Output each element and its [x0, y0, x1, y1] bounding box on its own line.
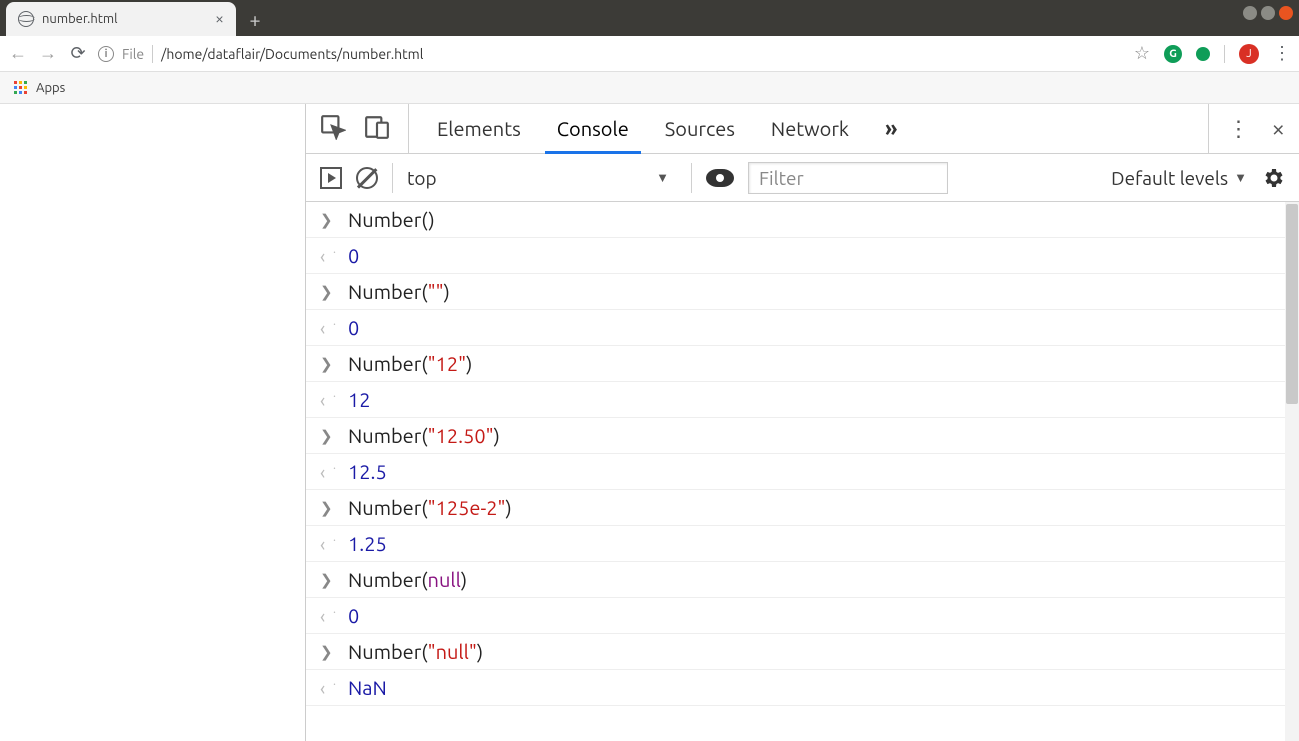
globe-icon — [18, 11, 34, 27]
console-input-row[interactable]: ❯ Number(null) — [306, 562, 1299, 598]
window-titlebar: number.html × + — [0, 0, 1299, 36]
window-controls — [1243, 6, 1293, 20]
chevron-down-icon: ▼ — [656, 170, 669, 185]
tab-console[interactable]: Console — [557, 104, 629, 153]
inspect-element-icon[interactable] — [320, 114, 346, 144]
console-output-row[interactable]: NaN — [306, 670, 1299, 706]
chevron-right-icon: ❯ — [320, 643, 334, 661]
code-text: Number("12.50") — [348, 424, 500, 447]
return-arrow-icon — [320, 677, 334, 699]
toggle-drawer-icon[interactable] — [320, 167, 342, 189]
return-arrow-icon — [320, 389, 334, 411]
return-arrow-icon — [320, 245, 334, 267]
window-maximize-button[interactable] — [1261, 6, 1275, 20]
return-arrow-icon — [320, 461, 334, 483]
close-icon[interactable]: × — [215, 10, 224, 28]
url-path: /home/dataflair/Documents/number.html — [161, 46, 423, 62]
back-button[interactable]: ← — [8, 43, 28, 64]
console-output-row[interactable]: 12 — [306, 382, 1299, 418]
console-output-row[interactable]: 0 — [306, 310, 1299, 346]
log-levels-selector[interactable]: Default levels ▼ — [1111, 167, 1247, 189]
url-scheme: File — [122, 46, 144, 62]
apps-label[interactable]: Apps — [36, 81, 65, 95]
code-text: Number("12") — [348, 352, 472, 375]
code-text: 0 — [348, 316, 359, 339]
chevron-right-icon: ❯ — [320, 283, 334, 301]
browser-tab[interactable]: number.html × — [6, 2, 236, 36]
new-tab-button[interactable]: + — [240, 4, 270, 34]
filter-placeholder: Filter — [759, 167, 804, 189]
chevron-right-icon: ❯ — [320, 427, 334, 445]
chevron-right-icon: ❯ — [320, 571, 334, 589]
console-input-row[interactable]: ❯ Number("12") — [306, 346, 1299, 382]
address-bar[interactable]: i File /home/dataflair/Documents/number.… — [98, 45, 1124, 63]
console-settings-icon[interactable] — [1261, 166, 1285, 190]
code-text: NaN — [348, 676, 387, 699]
code-text: 12.5 — [348, 460, 387, 483]
console-output-row[interactable]: 0 — [306, 238, 1299, 274]
live-expression-eye-icon[interactable] — [706, 169, 734, 187]
console-filter-input[interactable]: Filter — [748, 162, 948, 194]
code-text: 0 — [348, 604, 359, 627]
chevron-right-icon: ❯ — [320, 211, 334, 229]
url-toolbar: ← → ⟳ i File /home/dataflair/Documents/n… — [0, 36, 1299, 72]
forward-button[interactable]: → — [38, 43, 58, 64]
tab-sources[interactable]: Sources — [665, 104, 735, 153]
chevron-down-icon: ▼ — [1234, 170, 1247, 185]
console-input-row[interactable]: ❯ Number("125e-2") — [306, 490, 1299, 526]
console-output[interactable]: ❯ Number() 0 ❯ Number("") 0 ❯ Number("12") 12 ❯ Nu… — [306, 202, 1299, 741]
console-input-row[interactable]: ❯ Number() — [306, 202, 1299, 238]
tab-elements[interactable]: Elements — [437, 104, 521, 153]
code-text: Number(null) — [348, 568, 467, 591]
chevron-right-icon: ❯ — [320, 355, 334, 373]
scrollbar[interactable] — [1285, 202, 1299, 741]
site-info-icon[interactable]: i — [98, 46, 114, 62]
console-input-row[interactable]: ❯ Number("12.50") — [306, 418, 1299, 454]
levels-label: Default levels — [1111, 167, 1228, 189]
code-text: Number("") — [348, 280, 450, 303]
context-label: top — [407, 167, 437, 189]
chevron-right-icon: ❯ — [320, 499, 334, 517]
code-text: 1.25 — [348, 532, 387, 555]
console-output-row[interactable]: 12.5 — [306, 454, 1299, 490]
page-content — [0, 104, 306, 741]
window-close-button[interactable] — [1279, 6, 1293, 20]
bookmarks-bar: Apps — [0, 72, 1299, 104]
devtools-close-icon[interactable]: × — [1271, 115, 1285, 142]
separator — [1224, 45, 1225, 63]
code-text: Number("125e-2") — [348, 496, 512, 519]
reload-button[interactable]: ⟳ — [68, 43, 88, 64]
code-text: Number("null") — [348, 640, 483, 663]
return-arrow-icon — [320, 533, 334, 555]
code-text: Number() — [348, 208, 435, 231]
device-toggle-icon[interactable] — [364, 114, 390, 144]
tab-title: number.html — [42, 12, 207, 26]
tab-network[interactable]: Network — [771, 104, 849, 153]
devtools-panel: Elements Console Sources Network » ⋮ × t… — [306, 104, 1299, 741]
scrollbar-thumb[interactable] — [1286, 204, 1298, 404]
window-minimize-button[interactable] — [1243, 6, 1257, 20]
console-input-row[interactable]: ❯ Number("null") — [306, 634, 1299, 670]
more-tabs-icon[interactable]: » — [885, 116, 897, 141]
clear-console-icon[interactable] — [356, 167, 378, 189]
chrome-menu-icon[interactable]: ⋮ — [1273, 43, 1291, 64]
devtools-tabstrip: Elements Console Sources Network » ⋮ × — [306, 104, 1299, 154]
console-output-row[interactable]: 1.25 — [306, 526, 1299, 562]
console-toolbar: top ▼ Filter Default levels ▼ — [306, 154, 1299, 202]
return-arrow-icon — [320, 605, 334, 627]
profile-avatar[interactable]: J — [1239, 44, 1259, 64]
bookmark-star-icon[interactable]: ☆ — [1134, 43, 1150, 64]
console-input-row[interactable]: ❯ Number("") — [306, 274, 1299, 310]
code-text: 12 — [348, 388, 371, 411]
console-output-row[interactable]: 0 — [306, 598, 1299, 634]
return-arrow-icon — [320, 317, 334, 339]
extension-icon-dot[interactable] — [1196, 47, 1210, 61]
apps-grid-icon[interactable] — [14, 81, 28, 95]
code-text: 0 — [348, 244, 359, 267]
separator — [152, 45, 153, 63]
execution-context-selector[interactable]: top ▼ — [407, 167, 677, 189]
extension-icon-g[interactable]: G — [1164, 45, 1182, 63]
devtools-menu-icon[interactable]: ⋮ — [1227, 116, 1247, 142]
